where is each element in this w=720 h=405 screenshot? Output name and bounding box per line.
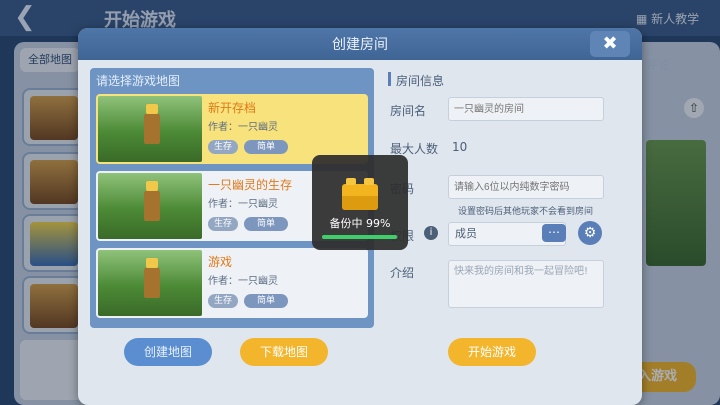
map-section-title: 请选择游戏地图 bbox=[96, 74, 181, 88]
mode-tag: 生存 bbox=[208, 217, 238, 231]
map-name: 新开存档 bbox=[208, 101, 257, 115]
password-hint: 设置密码后其他玩家不会看到房间 bbox=[458, 207, 594, 217]
dialog-title: 创建房间 bbox=[332, 37, 388, 53]
lego-brick-icon bbox=[342, 178, 378, 210]
map-item[interactable]: 新开存档 作者：一只幽灵 生存 简单 bbox=[96, 94, 368, 164]
backup-progress-fill bbox=[322, 235, 398, 239]
password-input[interactable] bbox=[448, 175, 604, 199]
map-thumbnail bbox=[98, 173, 202, 239]
start-game-button[interactable]: 开始游戏 bbox=[448, 338, 536, 366]
room-info-title: 房间信息 bbox=[396, 74, 445, 88]
more-icon[interactable]: ⋯ bbox=[542, 224, 566, 242]
map-thumbnail bbox=[98, 96, 202, 162]
room-name-input[interactable] bbox=[448, 97, 604, 121]
intro-label: 介绍 bbox=[390, 266, 415, 280]
difficulty-tag: 简单 bbox=[244, 140, 288, 154]
map-author: 作者：一只幽灵 bbox=[208, 122, 278, 133]
map-author: 作者：一只幽灵 bbox=[208, 276, 278, 287]
gear-icon[interactable]: ⚙ bbox=[578, 221, 602, 245]
max-players-value[interactable]: 10 bbox=[452, 140, 467, 154]
download-map-button[interactable]: 下载地图 bbox=[240, 338, 328, 366]
intro-textarea[interactable]: 快来我的房间和我一起冒险吧! bbox=[448, 260, 604, 308]
create-map-button[interactable]: 创建地图 bbox=[124, 338, 212, 366]
mode-tag: 生存 bbox=[208, 140, 238, 154]
room-name-label: 房间名 bbox=[390, 104, 427, 118]
map-item[interactable]: 游戏 作者：一只幽灵 生存 简单 bbox=[96, 248, 368, 318]
map-author: 作者：一只幽灵 bbox=[208, 199, 278, 210]
map-name: 游戏 bbox=[208, 255, 233, 269]
backup-progress-label: 备份中 99% bbox=[329, 217, 391, 230]
info-icon[interactable]: i bbox=[424, 226, 438, 240]
difficulty-tag: 简单 bbox=[244, 217, 288, 231]
mode-tag: 生存 bbox=[208, 294, 238, 308]
section-marker bbox=[388, 72, 391, 86]
map-name: 一只幽灵的生存 bbox=[208, 178, 293, 192]
close-icon[interactable]: ✖ bbox=[590, 31, 630, 57]
difficulty-tag: 简单 bbox=[244, 294, 288, 308]
map-thumbnail bbox=[98, 250, 202, 316]
